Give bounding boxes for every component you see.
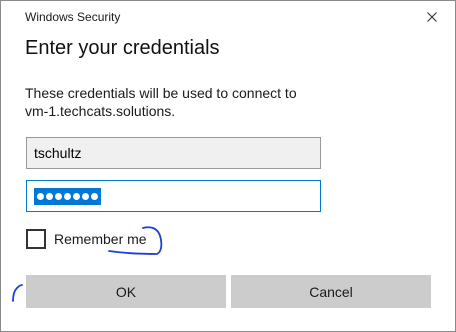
window-title: Windows Security	[25, 10, 121, 24]
password-dot	[82, 192, 89, 200]
credentials-dialog: Windows Security Enter your credentials …	[0, 0, 456, 332]
message-line-1: These credentials will be used to connec…	[25, 85, 297, 101]
close-icon	[427, 12, 437, 22]
annotation-margin-mark	[12, 284, 23, 302]
cancel-button[interactable]: Cancel	[231, 275, 431, 308]
password-selection	[34, 187, 101, 205]
password-dot	[73, 192, 80, 200]
title-bar: Windows Security	[1, 1, 455, 33]
username-field[interactable]	[26, 137, 321, 169]
remember-me-label: Remember me	[54, 231, 147, 247]
password-dot	[37, 192, 44, 200]
message-line-2: vm-1.techcats.solutions.	[25, 103, 176, 119]
dialog-heading: Enter your credentials	[25, 37, 220, 59]
remember-me-row[interactable]: Remember me	[26, 229, 147, 249]
remember-me-checkbox[interactable]	[26, 229, 46, 249]
password-dot	[55, 192, 62, 200]
close-button[interactable]	[409, 1, 455, 33]
password-field[interactable]	[26, 180, 321, 212]
dialog-message: These credentials will be used to connec…	[25, 84, 325, 120]
password-dot	[64, 192, 71, 200]
password-dot	[46, 192, 53, 200]
password-dot	[91, 192, 98, 200]
ok-button[interactable]: OK	[26, 275, 226, 308]
